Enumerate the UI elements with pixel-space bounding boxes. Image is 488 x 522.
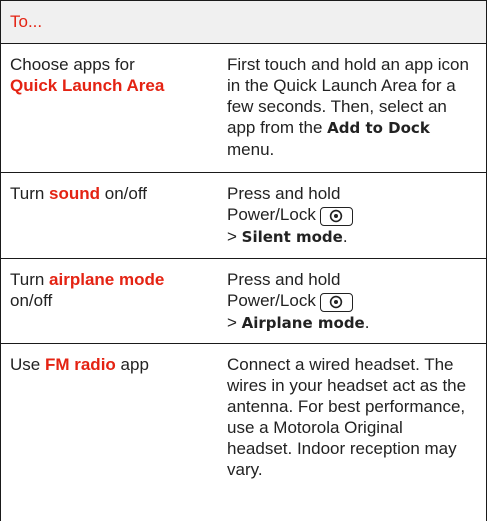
instruction-period: . bbox=[342, 226, 348, 246]
instruction-line: Press and hold bbox=[227, 184, 341, 203]
power-icon bbox=[330, 209, 343, 223]
table-header: To... bbox=[1, 0, 486, 43]
instruction-mode-name: Silent mode bbox=[241, 227, 343, 246]
table-row: Use FM radio app Connect a wired headset… bbox=[1, 343, 486, 521]
action-prefix: Turn bbox=[10, 184, 50, 203]
action-highlight: Quick Launch Area bbox=[10, 76, 165, 95]
action-highlight: FM radio bbox=[44, 355, 116, 374]
instruction-arrow: > bbox=[227, 226, 242, 246]
instruction-cell: First touch and hold an app icon in the … bbox=[227, 44, 477, 172]
action-highlight: airplane mode bbox=[49, 270, 165, 289]
table-row: Turn airplane mode on/off Press and hold… bbox=[1, 258, 486, 343]
instruction-line: Press and hold bbox=[227, 270, 341, 289]
instruction-text: Connect a wired headset. The wires in yo… bbox=[227, 355, 467, 479]
action-prefix: Turn bbox=[10, 270, 50, 289]
action-cell: Turn sound on/off bbox=[1, 173, 227, 258]
table-row: Choose apps for Quick Launch Area First … bbox=[1, 43, 486, 172]
instruction-mode-name: Airplane mode bbox=[241, 313, 365, 332]
instruction-cell: Press and hold Power/Lock > Airplane mod… bbox=[227, 259, 477, 343]
power-icon bbox=[330, 295, 343, 309]
header-title: To... bbox=[10, 12, 43, 31]
instruction-arrow: > bbox=[227, 312, 242, 332]
instruction-table: To... Choose apps for Quick Launch Area … bbox=[0, 0, 487, 521]
action-suffix: on/off bbox=[100, 184, 147, 203]
instruction-cell: Press and hold Power/Lock > Silent mode. bbox=[227, 173, 477, 258]
instruction-key-name: Power/Lock bbox=[227, 205, 316, 224]
action-suffix: app bbox=[115, 355, 149, 374]
power-key-icon bbox=[319, 206, 353, 226]
instruction-key-name: Power/Lock bbox=[227, 291, 316, 310]
action-highlight: sound bbox=[49, 184, 101, 203]
instruction-menu-name: Add to Dock bbox=[327, 119, 430, 137]
action-cell: Use FM radio app bbox=[1, 344, 227, 521]
instruction-cell: Connect a wired headset. The wires in yo… bbox=[227, 344, 477, 521]
action-text: Choose apps for bbox=[10, 55, 135, 74]
instruction-text-end: menu. bbox=[227, 140, 275, 159]
action-suffix: on/off bbox=[10, 291, 53, 310]
action-cell: Turn airplane mode on/off bbox=[1, 259, 227, 343]
table-row: Turn sound on/off Press and hold Power/L… bbox=[1, 172, 486, 258]
action-cell: Choose apps for Quick Launch Area bbox=[1, 44, 227, 172]
instruction-period: . bbox=[364, 312, 370, 332]
power-key-icon bbox=[319, 292, 353, 312]
action-prefix: Use bbox=[10, 355, 45, 374]
